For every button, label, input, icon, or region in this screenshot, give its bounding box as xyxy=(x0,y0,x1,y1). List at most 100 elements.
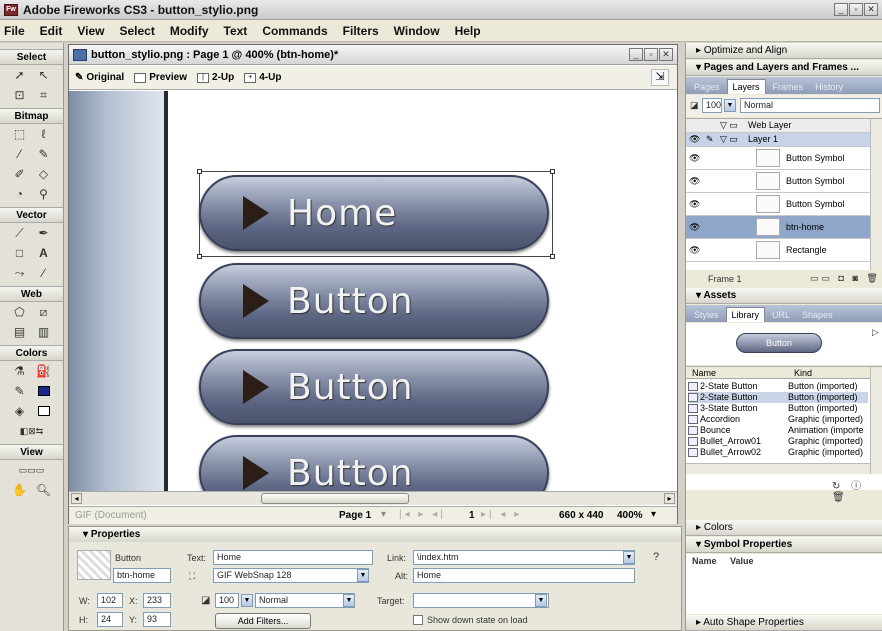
blend-dropdown-icon[interactable]: ▼ xyxy=(343,594,355,607)
layer-row-layer1[interactable]: 👁︎ ✎ ▽ ▭ Layer 1 xyxy=(686,133,870,147)
menu-text[interactable]: Text xyxy=(224,24,248,38)
menu-commands[interactable]: Commands xyxy=(262,24,327,38)
scrollbar-thumb[interactable] xyxy=(261,493,409,504)
stroke-swatch[interactable] xyxy=(35,383,53,400)
quick-export-icon[interactable]: ⇲ xyxy=(651,69,669,86)
fill-swatch[interactable] xyxy=(35,403,53,420)
resize-handle[interactable] xyxy=(197,169,202,174)
blend-mode-select[interactable]: Normal xyxy=(255,593,355,608)
doc-restore-button[interactable]: ▫ xyxy=(644,48,658,61)
optimize-align-panel-header[interactable]: ▸ Optimize and Align xyxy=(686,43,882,59)
tab-preview[interactable]: Preview xyxy=(134,72,187,83)
zoom-level[interactable]: 400% xyxy=(617,510,643,521)
page-dropdown-icon[interactable]: ▾ xyxy=(381,509,386,520)
library-action-icons[interactable]: ↻ ⓘ 🗑︎ xyxy=(832,477,882,503)
opacity-field[interactable]: 100 xyxy=(215,593,239,608)
x-field[interactable]: 233 xyxy=(143,593,171,608)
tab-pages[interactable]: Pages xyxy=(689,80,725,94)
edit-pencil-icon[interactable]: ✎ xyxy=(706,134,714,145)
page-selector[interactable]: Page 1 xyxy=(339,510,371,521)
horizontal-scrollbar[interactable]: ◂ ▸ xyxy=(69,491,677,505)
library-item[interactable]: Bullet_Arrow01 Graphic (imported) xyxy=(688,436,868,447)
play-preview-icon[interactable]: ▷ xyxy=(872,327,879,338)
eye-icon[interactable]: 👁︎ xyxy=(689,245,700,256)
hotspot-tool-icon[interactable]: ⬠ xyxy=(11,304,29,321)
menu-file[interactable]: File xyxy=(4,24,25,38)
properties-header[interactable]: ▾ Properties xyxy=(69,527,681,542)
doc-close-button[interactable]: ✕ xyxy=(659,48,673,61)
eye-icon[interactable]: 👁︎ xyxy=(689,222,700,233)
resize-handle[interactable] xyxy=(550,254,555,259)
alt-text-field[interactable]: Home xyxy=(413,568,635,583)
button-graphic-4[interactable]: Button xyxy=(199,435,549,491)
link-field[interactable]: \index.htm xyxy=(413,550,635,565)
menu-help[interactable]: Help xyxy=(455,24,481,38)
export-dropdown-icon[interactable]: ▼ xyxy=(357,569,369,582)
height-field[interactable]: 24 xyxy=(97,612,123,627)
layer-blend-select[interactable]: Normal xyxy=(740,98,880,113)
hide-slices-icon[interactable]: ▤ xyxy=(11,324,29,341)
button-graphic-3[interactable]: Button xyxy=(199,349,549,425)
freeform-tool-icon[interactable]: ⤳ xyxy=(11,265,29,282)
layer-row-button-symbol[interactable]: 👁︎ Button Symbol xyxy=(686,193,870,216)
marquee-tool-icon[interactable]: ⬚ xyxy=(11,126,29,143)
selection-bounding-box[interactable] xyxy=(197,169,555,259)
eyedropper-tool-icon[interactable]: ⚗ xyxy=(11,363,29,380)
width-field[interactable]: 102 xyxy=(97,593,123,608)
tab-original[interactable]: ✎ Original xyxy=(75,72,124,83)
menu-window[interactable]: Window xyxy=(394,24,440,38)
show-slices-icon[interactable]: ▥ xyxy=(35,324,53,341)
library-item[interactable]: Accordion Graphic (imported) xyxy=(688,414,868,425)
layer-action-icons[interactable]: ▭▭ ◘ ◙ 🗑︎ xyxy=(810,273,881,284)
eye-icon[interactable]: 👁︎ xyxy=(689,153,700,164)
tab-shapes[interactable]: Shapes xyxy=(797,308,838,322)
scale-tool-icon[interactable]: ⊡ xyxy=(11,87,29,104)
rubber-stamp-tool-icon[interactable]: ⚲ xyxy=(35,186,53,203)
layer-opacity-field[interactable]: 100 xyxy=(702,98,722,113)
assets-panel-header[interactable]: ▾ Assets xyxy=(686,288,882,304)
scroll-left-icon[interactable]: ◂ xyxy=(71,493,82,504)
tab-2up[interactable]: | 2-Up xyxy=(197,72,234,83)
subselect-tool-icon[interactable]: ↖ xyxy=(35,67,53,84)
library-item[interactable]: Bullet_Arrow02 Graphic (imported) xyxy=(688,447,868,458)
eraser-tool-icon[interactable]: ◇ xyxy=(35,166,53,183)
scroll-right-icon[interactable]: ▸ xyxy=(664,493,675,504)
eye-icon[interactable]: 👁︎ xyxy=(689,199,700,210)
tab-styles[interactable]: Styles xyxy=(689,308,724,322)
library-item[interactable]: 3-State Button Button (imported) xyxy=(688,403,868,414)
layers-scrollbar[interactable] xyxy=(870,119,882,270)
export-setting-select[interactable]: GIF WebSnap 128 xyxy=(213,568,369,583)
magic-wand-tool-icon[interactable]: ⁄ xyxy=(11,146,29,163)
fill-color-icon[interactable]: ◈ xyxy=(11,403,29,420)
library-item[interactable]: 2-State Button Button (imported) xyxy=(688,381,868,392)
pencil-tool-icon[interactable]: ✐ xyxy=(11,166,29,183)
rectangle-tool-icon[interactable]: □ xyxy=(11,245,29,262)
tab-history[interactable]: History xyxy=(810,80,848,94)
canvas[interactable]: Home Button Button Button xyxy=(69,91,677,491)
layer-row-web-layer[interactable]: ▽ ▭ Web Layer xyxy=(686,119,870,133)
library-vscrollbar[interactable] xyxy=(870,367,882,474)
crop-tool-icon[interactable]: ⌗ xyxy=(35,87,53,104)
menu-edit[interactable]: Edit xyxy=(40,24,63,38)
restore-button[interactable]: ▫ xyxy=(849,3,863,16)
swap-colors-icon[interactable]: ◧⊠⇆ xyxy=(20,423,44,440)
link-dropdown-icon[interactable]: ▼ xyxy=(623,551,635,564)
show-down-state-checkbox[interactable] xyxy=(413,615,423,625)
document-size[interactable]: 660 x 440 xyxy=(559,510,604,521)
tab-layers[interactable]: Layers xyxy=(726,79,766,94)
help-icon[interactable]: ? xyxy=(653,551,659,563)
layer-opacity-dropdown-icon[interactable]: ▼ xyxy=(724,99,736,112)
layer-row-rectangle[interactable]: 👁︎ Rectangle xyxy=(686,239,870,262)
tab-frames[interactable]: Frames xyxy=(768,80,809,94)
blur-tool-icon[interactable]: ◔ xyxy=(11,186,29,203)
menu-filters[interactable]: Filters xyxy=(343,24,379,38)
add-filters-button[interactable]: Add Filters... xyxy=(215,613,311,629)
doc-minimize-button[interactable]: _ xyxy=(629,48,643,61)
knife-tool-icon[interactable]: ⁄ xyxy=(35,265,53,282)
y-field[interactable]: 93 xyxy=(143,612,171,627)
layer-row-btn-home[interactable]: 👁︎ btn-home xyxy=(686,216,870,239)
library-hscrollbar[interactable] xyxy=(686,463,870,474)
layer-row-button-symbol[interactable]: 👁︎ Button Symbol xyxy=(686,170,870,193)
lasso-tool-icon[interactable]: ℓ xyxy=(35,126,53,143)
layer-row-button-symbol[interactable]: 👁︎ Button Symbol xyxy=(686,147,870,170)
